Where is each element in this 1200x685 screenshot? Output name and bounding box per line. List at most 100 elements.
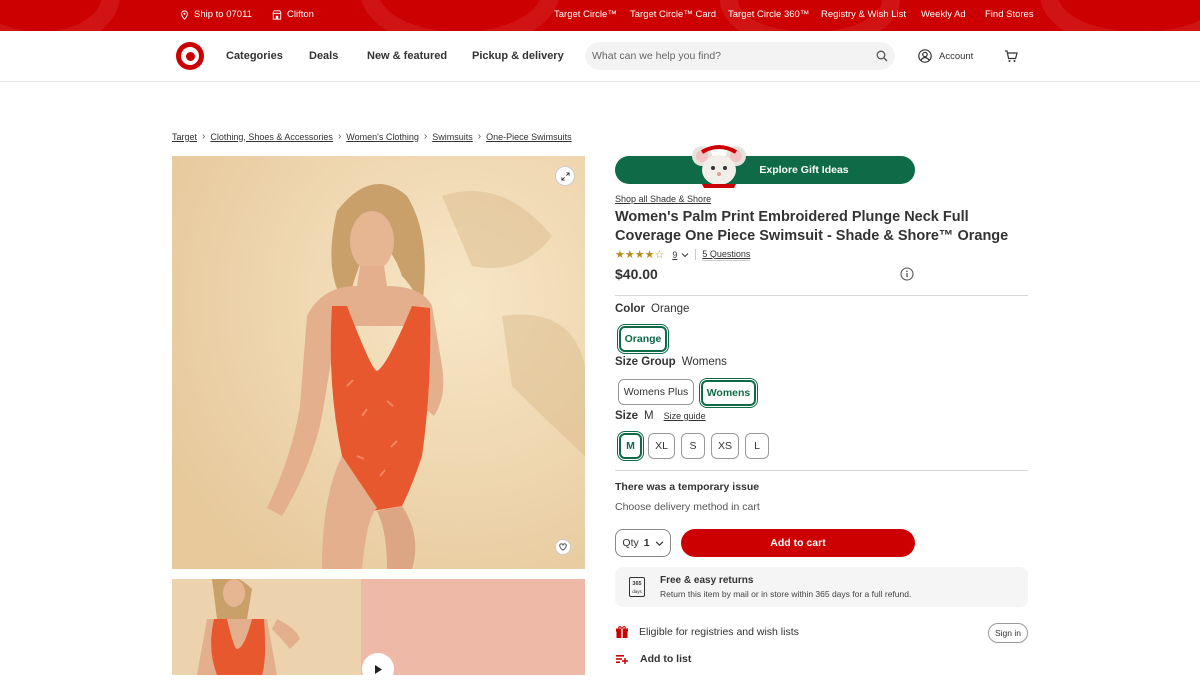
returns-icon-number: 365 [632, 581, 642, 587]
main-product-image[interactable] [172, 156, 585, 569]
rating-row: ★★★★☆ 9 5 Questions [615, 248, 751, 261]
breadcrumb-clothing-shoes-accessories[interactable]: Clothing, Shoes & Accessories [210, 132, 333, 142]
color-value: Orange [651, 303, 690, 315]
search-icon[interactable] [876, 50, 888, 62]
list-add-icon [616, 655, 628, 664]
account-button[interactable]: Account [918, 49, 973, 63]
cart-icon[interactable] [1004, 50, 1018, 63]
add-to-list-label: Add to list [640, 653, 692, 665]
product-video-thumbnail[interactable] [361, 579, 585, 675]
explore-gift-ideas-button[interactable]: Explore Gift Ideas [615, 156, 915, 184]
review-count-link[interactable]: 9 [672, 250, 677, 260]
product-thumbnail[interactable] [172, 579, 361, 675]
size-value: M [644, 410, 654, 422]
size-group-option-womens-plus[interactable]: Womens Plus [618, 379, 694, 405]
size-label: Size [615, 410, 639, 422]
breadcrumb-womens-clothing[interactable]: Women's Clothing [346, 132, 419, 142]
weekly-ad-link[interactable]: Weekly Ad [921, 9, 966, 20]
heart-icon [559, 543, 567, 551]
size-option-xs[interactable]: XS [711, 433, 739, 459]
size-option-xl[interactable]: XL [648, 433, 675, 459]
eligibility-text: Eligible for registries and wish lists [639, 626, 799, 638]
size-option-l[interactable]: L [745, 433, 769, 459]
store-link[interactable]: Clifton [272, 9, 314, 20]
gift-icon [616, 626, 628, 638]
expand-icon [560, 171, 570, 181]
breadcrumb: Target › Clothing, Shoes & Accessories ›… [172, 131, 572, 142]
divider [615, 470, 1028, 471]
pickup-delivery-menu[interactable]: Pickup & delivery [472, 50, 564, 62]
info-icon[interactable] [900, 267, 914, 281]
add-to-cart-button[interactable]: Add to cart [681, 529, 915, 557]
qty-label: Qty [622, 537, 639, 549]
delivery-method-note: Choose delivery method in cart [615, 501, 760, 513]
returns-info-card: 365 days Free & easy returns Return this … [615, 567, 1028, 607]
size-group-option-womens[interactable]: Womens [699, 378, 758, 408]
play-icon [375, 664, 382, 674]
location-pin-icon [181, 9, 188, 20]
chevron-right-icon: › [477, 131, 482, 142]
gift-ideas-label: Explore Gift Ideas [759, 164, 849, 176]
quantity-select[interactable]: Qty 1 [615, 529, 671, 557]
size-option-s[interactable]: S [681, 433, 705, 459]
zoom-button[interactable] [555, 166, 575, 186]
sign-in-button[interactable]: Sign in [988, 623, 1028, 643]
account-icon [918, 49, 932, 63]
returns-title: Free & easy returns [660, 575, 754, 586]
size-group-label: Size Group [615, 356, 676, 368]
play-video-button[interactable] [362, 653, 394, 685]
star-rating[interactable]: ★★★★☆ [615, 248, 664, 261]
questions-link[interactable]: 5 Questions [702, 249, 751, 261]
find-stores-link[interactable]: Find Stores [985, 9, 1034, 20]
new-featured-menu[interactable]: New & featured [367, 50, 447, 62]
shop-all-brand-link[interactable]: Shop all Shade & Shore [615, 194, 711, 204]
decorative-swirl [0, 0, 120, 31]
account-label: Account [939, 50, 974, 62]
search-bar [585, 42, 895, 70]
divider [615, 295, 1028, 296]
returns-icon-unit: days [632, 589, 642, 594]
categories-menu[interactable]: Categories [226, 50, 283, 62]
product-title: Women's Palm Print Embroidered Plunge Ne… [615, 209, 1009, 244]
returns-description: Return this item by mail or in store wit… [660, 589, 912, 599]
size-guide-link[interactable]: Size guide [664, 411, 706, 421]
temporary-issue-heading: There was a temporary issue [615, 481, 760, 493]
product-photo [172, 156, 585, 569]
product-price: $40.00 [615, 266, 658, 282]
registry-eligibility-row: Eligible for registries and wish lists [615, 625, 799, 639]
main-navigation: Categories Deals New & featured Pickup &… [0, 31, 1200, 82]
color-option-orange[interactable]: Orange [617, 324, 669, 354]
target-logo[interactable] [176, 42, 204, 70]
breadcrumb-one-piece-swimsuits[interactable]: One-Piece Swimsuits [486, 132, 572, 142]
registry-wish-list-link[interactable]: Registry & Wish List [821, 9, 906, 20]
size-label-row: Size M Size guide [615, 410, 706, 422]
target-circle-link[interactable]: Target Circle™ [554, 9, 617, 20]
target-circle-card-link[interactable]: Target Circle™ Card [630, 9, 716, 20]
color-label-row: Color Orange [615, 303, 689, 315]
chevron-down-icon [655, 540, 663, 546]
calendar-365-icon: 365 days [629, 577, 645, 597]
decorative-swirl [1040, 0, 1200, 31]
search-input[interactable] [585, 42, 865, 70]
size-option-m[interactable]: M [617, 431, 644, 461]
chevron-right-icon: › [423, 131, 428, 142]
ship-to-link[interactable]: Ship to 07011 [180, 9, 252, 20]
add-to-list-button[interactable]: Add to list [615, 653, 691, 665]
store-icon [272, 9, 282, 20]
size-group-label-row: Size Group Womens [615, 356, 727, 368]
target-circle-360-link[interactable]: Target Circle 360™ [728, 9, 809, 20]
chevron-right-icon: › [337, 131, 342, 142]
thumbnail-photo [172, 579, 361, 675]
qty-value: 1 [643, 537, 650, 549]
store-label: Clifton [287, 9, 314, 20]
decorative-swirl [360, 0, 560, 31]
top-utility-bar: Ship to 07011 Clifton Target Circle™ Tar… [0, 0, 1200, 31]
breadcrumb-target[interactable]: Target [172, 132, 197, 142]
deals-menu[interactable]: Deals [309, 50, 338, 62]
color-label: Color [615, 303, 646, 315]
ship-to-label: Ship to 07011 [194, 9, 252, 20]
breadcrumb-swimsuits[interactable]: Swimsuits [432, 132, 473, 142]
chevron-down-icon[interactable] [681, 251, 689, 259]
divider [695, 249, 697, 260]
favorite-button[interactable] [555, 539, 571, 555]
